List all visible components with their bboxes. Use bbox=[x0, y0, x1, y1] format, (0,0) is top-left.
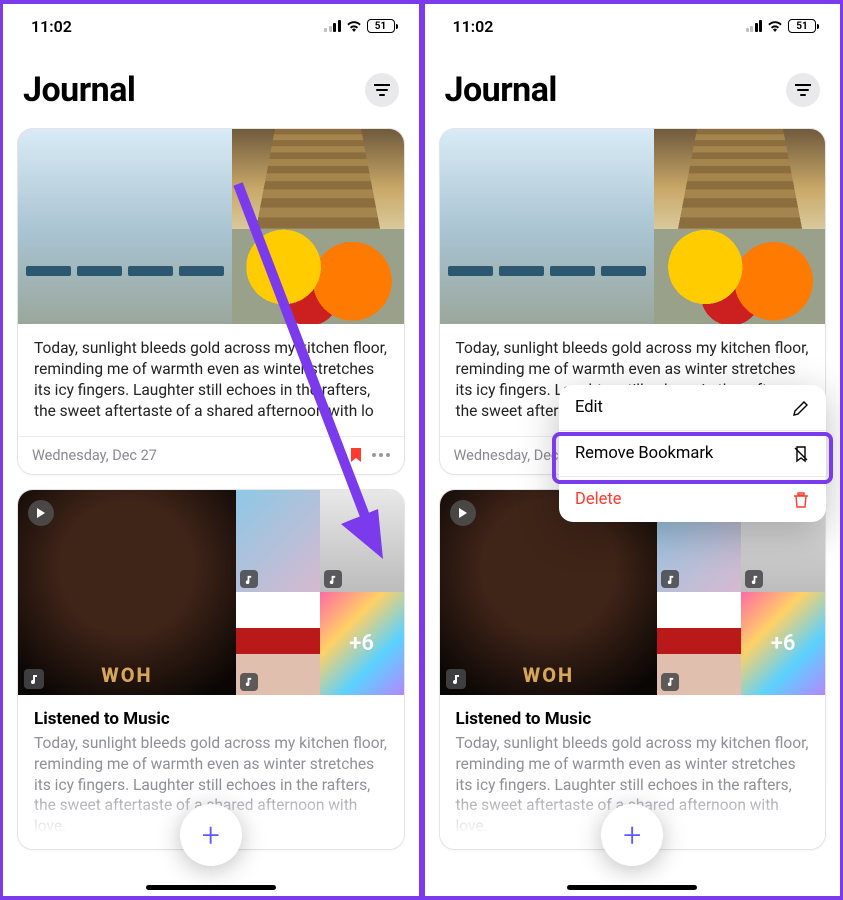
more-photos-badge[interactable]: +6 bbox=[320, 592, 404, 695]
bookmark-slash-icon bbox=[792, 445, 810, 463]
home-indicator[interactable] bbox=[567, 885, 697, 890]
music-note-icon bbox=[661, 570, 679, 588]
battery-icon: 51 bbox=[367, 19, 395, 33]
more-photos-badge[interactable]: +6 bbox=[741, 592, 825, 695]
music-album-grid[interactable]: WOH +6 bbox=[18, 490, 404, 695]
new-entry-fab[interactable]: + bbox=[180, 804, 242, 866]
filter-button[interactable] bbox=[365, 73, 399, 107]
menu-item-edit[interactable]: Edit bbox=[559, 385, 826, 431]
home-indicator[interactable] bbox=[146, 885, 276, 890]
status-bar: 11:02 51 bbox=[3, 4, 419, 48]
page-title: Journal bbox=[23, 70, 135, 110]
music-note-icon bbox=[240, 673, 258, 691]
status-time: 11:02 bbox=[31, 17, 72, 36]
status-time: 11:02 bbox=[453, 17, 494, 36]
cellular-icon bbox=[324, 20, 341, 32]
play-icon[interactable] bbox=[450, 500, 476, 526]
music-note-icon bbox=[661, 673, 679, 691]
entry-title: Listened to Music bbox=[18, 695, 404, 733]
battery-icon: 51 bbox=[788, 19, 816, 33]
wifi-icon bbox=[767, 20, 783, 32]
trash-icon bbox=[792, 491, 810, 509]
filter-icon bbox=[374, 84, 390, 96]
context-menu: Edit Remove Bookmark Delete bbox=[559, 385, 826, 522]
music-note-icon bbox=[240, 570, 258, 588]
play-icon[interactable] bbox=[28, 500, 54, 526]
entry-date: Wednesday, Dec 27 bbox=[32, 447, 340, 464]
wifi-icon bbox=[346, 20, 362, 32]
cellular-icon bbox=[746, 20, 763, 32]
more-button[interactable] bbox=[372, 453, 390, 457]
bookmark-icon bbox=[350, 447, 362, 463]
album-title-woh: WOH bbox=[18, 663, 236, 687]
music-note-icon bbox=[745, 570, 763, 588]
journal-entry-card[interactable]: Today, sunlight bleeds gold across my ki… bbox=[17, 128, 405, 475]
page-title: Journal bbox=[445, 70, 557, 110]
status-bar: 11:02 51 bbox=[425, 4, 841, 48]
phone-screenshot-right: 11:02 51 Journal Today, sunlight bleeds … bbox=[422, 0, 843, 900]
music-note-icon bbox=[324, 570, 342, 588]
plus-icon: + bbox=[202, 816, 220, 854]
album-title-woh: WOH bbox=[440, 663, 658, 687]
journal-entry-music-card[interactable]: WOH +6 Listened to Music Today, sunlight… bbox=[439, 489, 827, 851]
filter-button[interactable] bbox=[786, 73, 820, 107]
phone-screenshot-left: 11:02 51 Journal Today, sunlight bleeds … bbox=[0, 0, 422, 900]
menu-label: Delete bbox=[575, 490, 622, 509]
entry-photo-grid[interactable] bbox=[440, 129, 826, 324]
new-entry-fab[interactable]: + bbox=[601, 804, 663, 866]
menu-label: Remove Bookmark bbox=[575, 444, 713, 463]
menu-item-delete[interactable]: Delete bbox=[559, 477, 826, 522]
menu-label: Edit bbox=[575, 398, 603, 417]
pencil-icon bbox=[792, 399, 810, 417]
entry-photo-grid[interactable] bbox=[18, 129, 404, 324]
journal-entry-music-card[interactable]: WOH +6 Listened to Music Today, sunlight… bbox=[17, 489, 405, 851]
plus-icon: + bbox=[623, 816, 641, 854]
filter-icon bbox=[795, 84, 811, 96]
menu-item-remove-bookmark[interactable]: Remove Bookmark bbox=[559, 431, 826, 477]
entry-body-text: Today, sunlight bleeds gold across my ki… bbox=[18, 324, 404, 436]
entry-title: Listened to Music bbox=[440, 695, 826, 733]
